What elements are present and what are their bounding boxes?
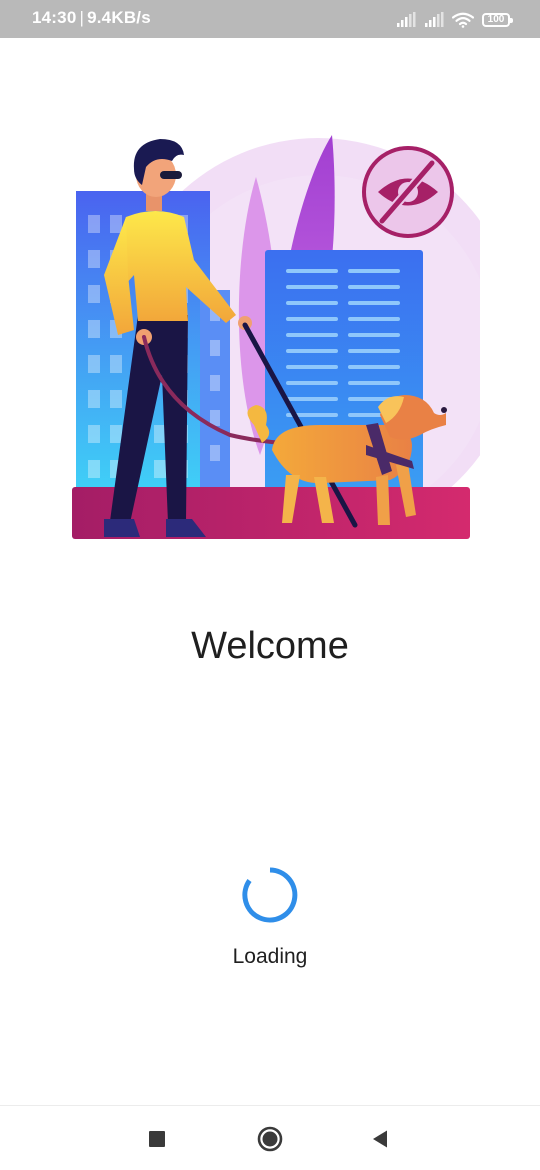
status-left: 14:30 | 9.4KB/s [32, 8, 151, 28]
welcome-illustration [72, 135, 480, 539]
system-nav-bar [0, 1105, 540, 1170]
wifi-icon [452, 12, 474, 28]
status-separator: | [79, 8, 85, 27]
splash-screen: 14:30 | 9.4KB/s 100 Welcome Loading [0, 0, 540, 1170]
back-triangle-icon [373, 1130, 387, 1148]
home-button[interactable] [255, 1124, 285, 1154]
loading-label: Loading [232, 945, 308, 968]
status-icons: 100 [396, 10, 513, 30]
status-network-speed: 9.4KB/s [87, 8, 151, 27]
recents-button[interactable] [142, 1124, 172, 1154]
status-bar: 14:30 | 9.4KB/s 100 [0, 0, 540, 38]
status-time: 14:30 [32, 8, 77, 27]
battery-level: 100 [487, 14, 505, 25]
eye-slash-icon [362, 146, 454, 238]
welcome-title: Welcome [191, 625, 349, 667]
recents-square-icon [149, 1131, 165, 1147]
signal-icon [397, 12, 416, 27]
battery-icon: 100 [482, 13, 513, 27]
back-button[interactable] [365, 1124, 395, 1154]
home-circle-icon [257, 1126, 283, 1152]
signal-icon [425, 12, 444, 27]
loading-spinner [242, 867, 298, 923]
